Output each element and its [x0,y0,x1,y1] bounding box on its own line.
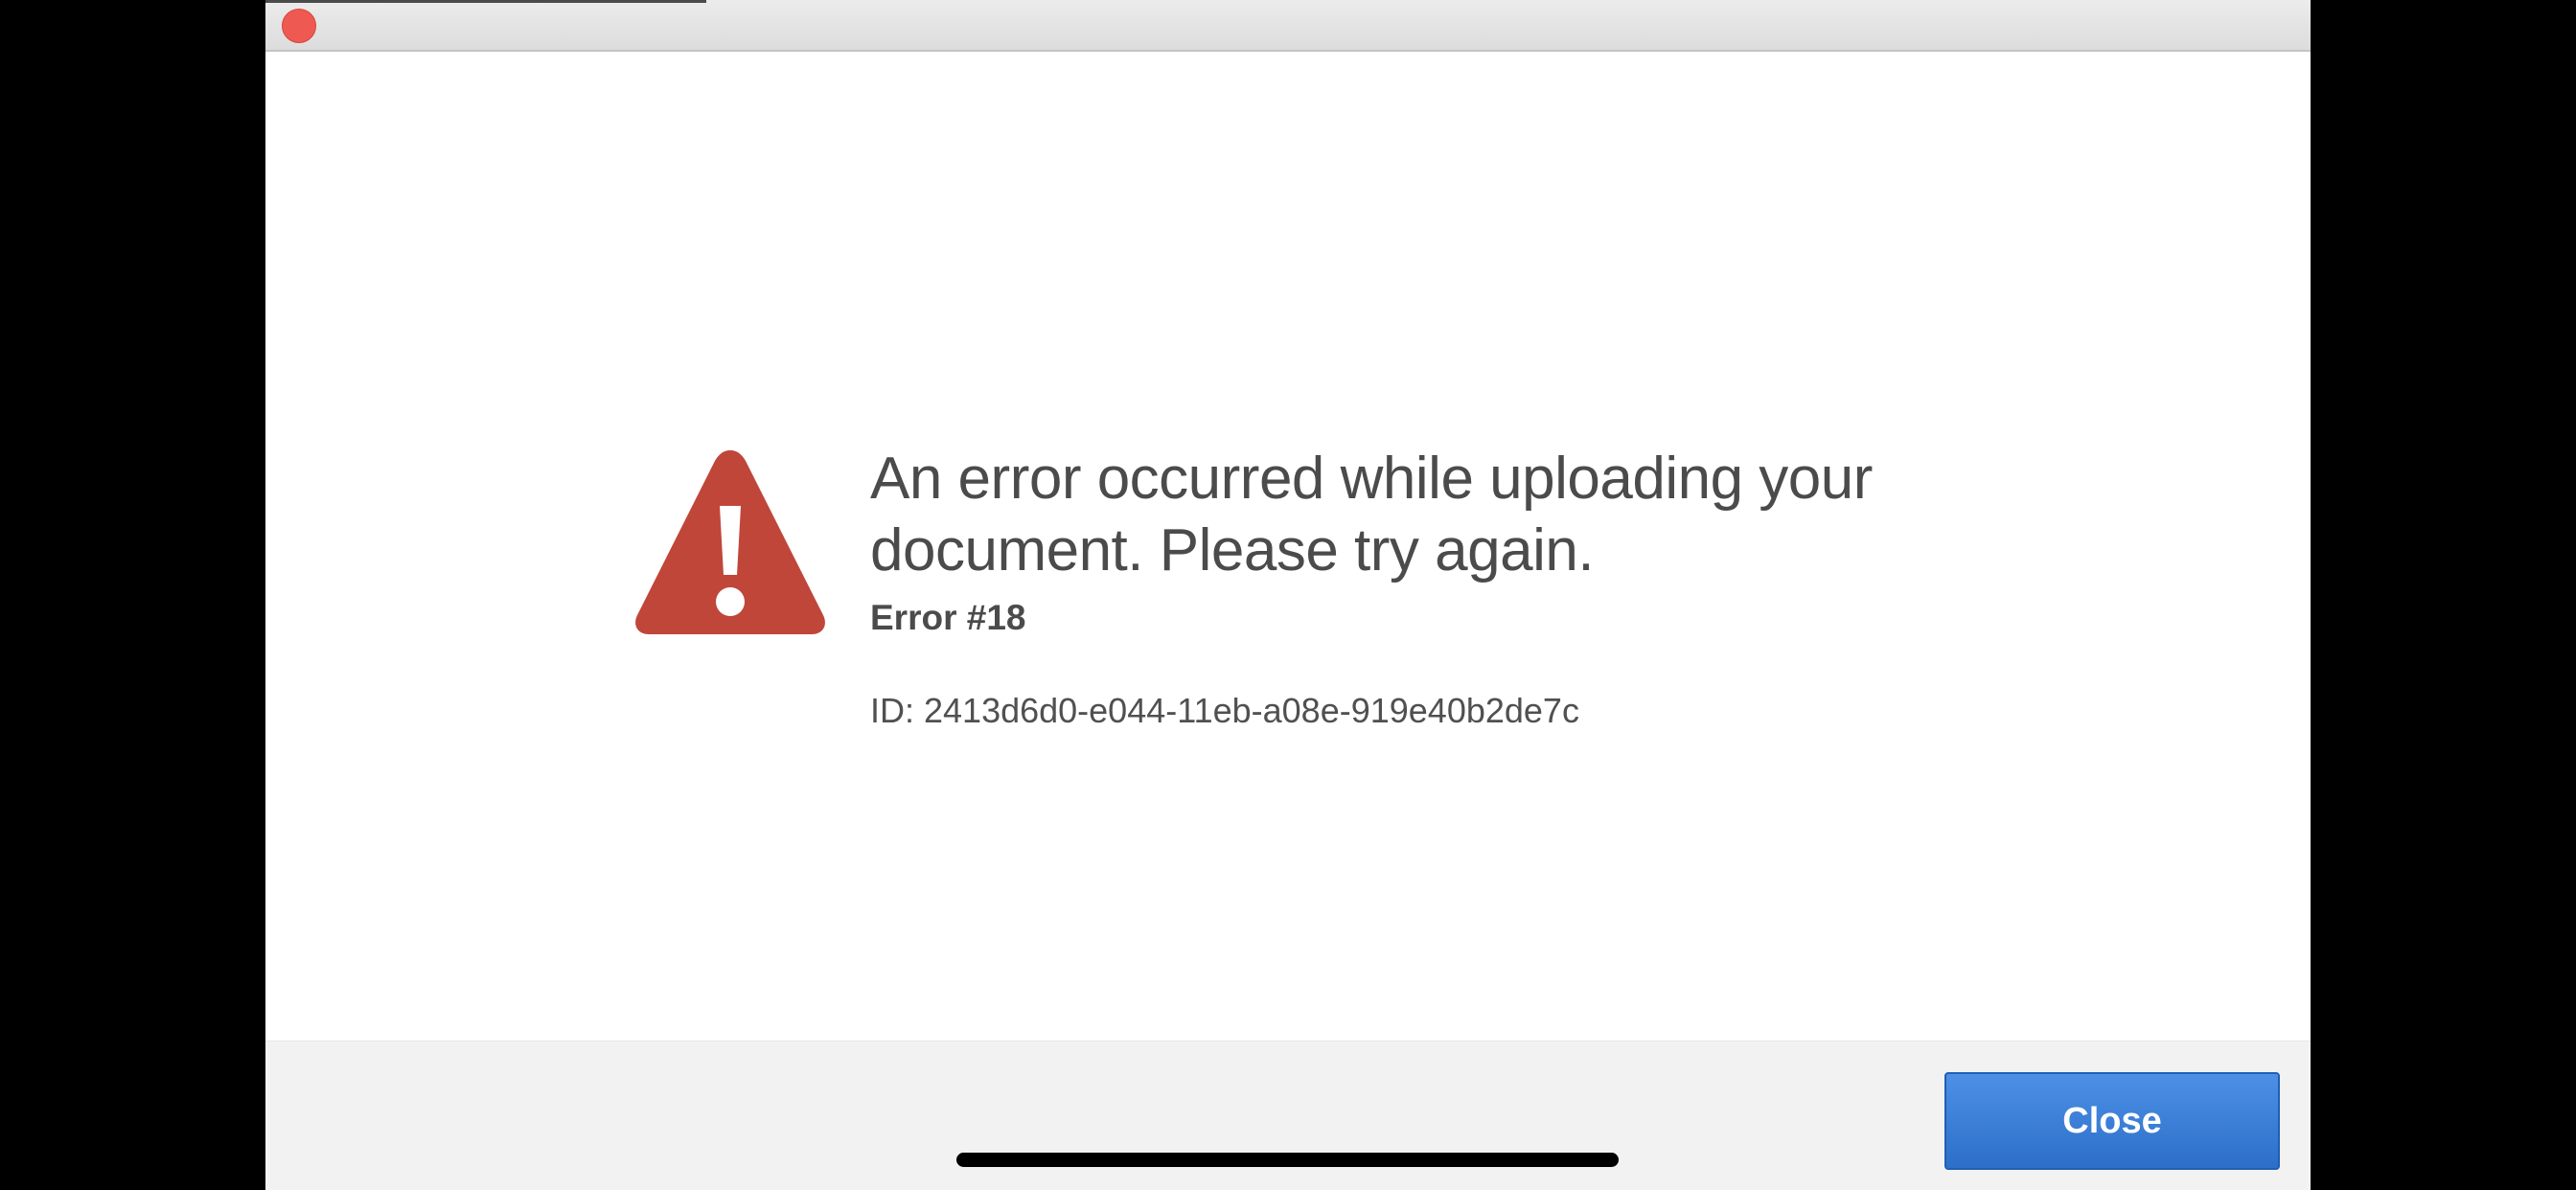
warning-triangle-icon [635,450,825,634]
error-headline-line2: document. Please try again. [870,517,1595,584]
error-id: ID: 2413d6d0-e044-11eb-a08e-919e40b2de7c [870,691,1579,730]
error-headline: An error occurred while uploading your d… [870,443,2020,586]
close-button[interactable]: Close [1944,1072,2280,1170]
title-bar-accent [265,0,706,3]
device-screen: An error occurred while uploading your d… [0,0,2576,1190]
error-headline-line1: An error occurred while uploading your [870,446,1873,512]
dialog-footer: Close [265,1041,2311,1190]
home-indicator[interactable] [956,1153,1619,1167]
error-dialog-window: An error occurred while uploading your d… [265,0,2311,1190]
dialog-content: An error occurred while uploading your d… [265,52,2311,1041]
window-close-button[interactable] [282,9,316,43]
title-bar [265,0,2311,52]
error-message: An error occurred while uploading your d… [870,443,2020,732]
error-code: Error #18 [870,598,1026,637]
